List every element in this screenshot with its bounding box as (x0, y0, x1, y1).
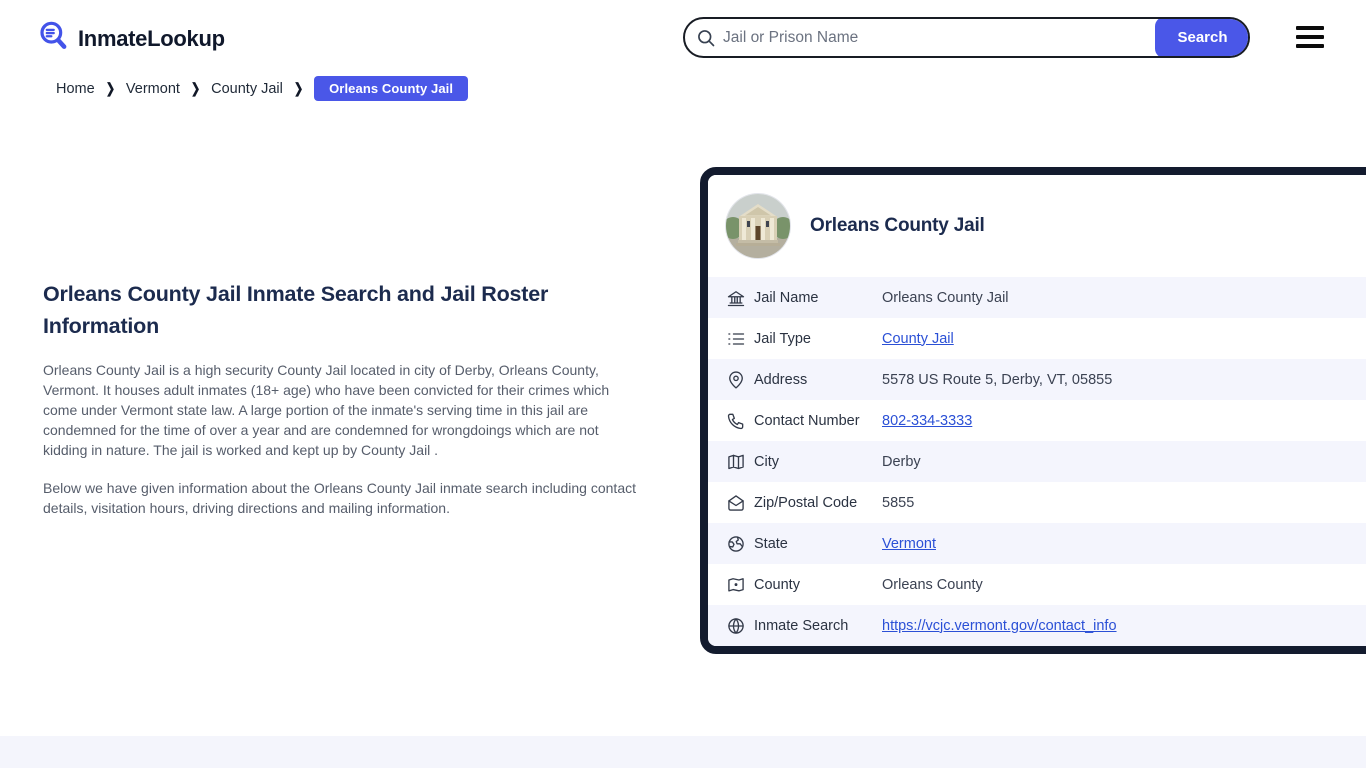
row-label: Zip/Postal Code (754, 494, 858, 511)
top-header: InmateLookup Search (0, 0, 1366, 70)
phone-icon (726, 411, 746, 431)
breadcrumb-vermont[interactable]: Vermont (126, 81, 180, 97)
row-label: County (754, 576, 800, 593)
footer-strip (0, 736, 1366, 768)
magnifier-list-icon (38, 20, 70, 57)
row-label: Jail Name (754, 289, 819, 306)
list-icon (726, 329, 746, 349)
breadcrumb-current-badge: Orleans County Jail (314, 76, 469, 101)
intro-paragraph: Orleans County Jail is a high security C… (43, 362, 610, 458)
row-value: Orleans County (882, 576, 983, 593)
jail-card-header: Orleans County Jail (708, 175, 1366, 277)
table-row: Inmate Search https://vcjc.vermont.gov/c… (708, 605, 1366, 646)
contact-number-link[interactable]: 802-334-3333 (882, 413, 972, 429)
chevron-right-icon: ❯ (190, 81, 201, 97)
info-paragraph: Below we have given information about th… (43, 480, 636, 516)
table-row: Address 5578 US Route 5, Derby, VT, 0585… (708, 359, 1366, 400)
row-value: Orleans County Jail (882, 289, 1009, 306)
mail-open-icon (726, 493, 746, 513)
row-label: City (754, 453, 779, 470)
table-row: Zip/Postal Code 5855 (708, 482, 1366, 523)
jail-photo (726, 194, 790, 258)
row-label: State (754, 535, 788, 552)
brand-logo[interactable]: InmateLookup (38, 20, 225, 57)
table-row: State Vermont (708, 523, 1366, 564)
article: Orleans County Jail Inmate Search and Ja… (43, 278, 643, 518)
page-title: Orleans County Jail Inmate Search and Ja… (43, 282, 549, 338)
table-row: Jail Type County Jail (708, 318, 1366, 359)
hamburger-menu-icon[interactable] (1296, 26, 1326, 48)
table-row: Jail Name Orleans County Jail (708, 277, 1366, 318)
bank-icon (726, 288, 746, 308)
row-value: Derby (882, 453, 921, 470)
breadcrumb-county-jail[interactable]: County Jail (211, 81, 283, 97)
inmate-search-link[interactable]: https://vcjc.vermont.gov/contact_info (882, 618, 1117, 634)
map-pin-icon (726, 370, 746, 390)
breadcrumb-home[interactable]: Home (56, 81, 95, 97)
row-label: Jail Type (754, 330, 811, 347)
chevron-right-icon: ❯ (105, 81, 115, 97)
search-input[interactable] (723, 19, 1153, 56)
row-value: 5578 US Route 5, Derby, VT, 05855 (882, 371, 1113, 388)
map-icon (726, 452, 746, 472)
brand-name: InmateLookup (78, 25, 225, 51)
earth-icon (726, 534, 746, 554)
table-row: City Derby (708, 441, 1366, 482)
row-label: Contact Number (754, 412, 860, 429)
search-bar: Search (683, 17, 1250, 58)
globe-icon (726, 616, 746, 636)
search-button[interactable]: Search (1155, 19, 1248, 56)
chevron-right-icon: ❯ (293, 81, 304, 97)
row-label: Inmate Search (754, 617, 849, 634)
jail-type-link[interactable]: County Jail (882, 331, 954, 347)
map-location-icon (726, 575, 746, 595)
row-value: 5855 (882, 494, 915, 511)
jail-info-card: Orleans County Jail Jail Name Orleans Co… (700, 167, 1366, 654)
state-link[interactable]: Vermont (882, 536, 936, 552)
table-row: Contact Number 802-334-3333 (708, 400, 1366, 441)
jail-card-title: Orleans County Jail (810, 215, 985, 236)
breadcrumb: Home ❯ Vermont ❯ County Jail ❯ Orleans C… (56, 76, 469, 101)
search-icon (696, 28, 716, 53)
row-label: Address (754, 371, 808, 388)
table-row: County Orleans County (708, 564, 1366, 605)
